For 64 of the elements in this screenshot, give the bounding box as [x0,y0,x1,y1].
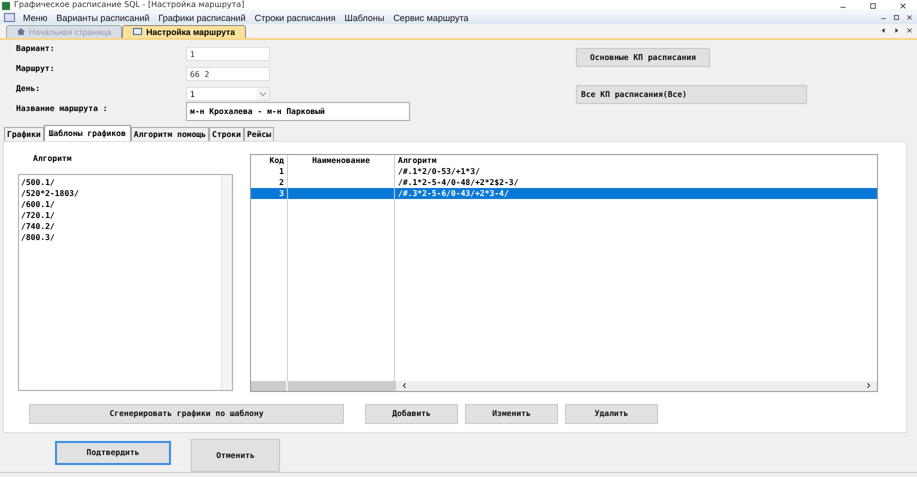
schedule-points-button[interactable]: Основные КП расписания [576,48,710,67]
list-title: Алгоритм [32,154,73,165]
table-cell: 2 [279,178,284,187]
scrollbar-thumb[interactable] [251,380,286,391]
tab[interactable]: Графики [4,126,44,141]
maximize-icon[interactable] [893,14,900,22]
menu-item[interactable]: Варианты расписаний [56,12,150,23]
table-cell: 3 [279,188,284,198]
left-arrow-icon[interactable] [880,27,887,34]
action-button[interactable]: Добавить [365,404,458,424]
column-header[interactable]: Наименование [288,154,394,166]
field-label: Маршрут: [15,62,56,73]
schedule-points-button[interactable]: Все КП расписания(Все) [576,84,807,104]
confirm-button[interactable]: Подтвердить [55,440,171,465]
action-button[interactable]: Удалить [565,404,658,424]
input-field[interactable]: м-н Крохалева - м-н Парковый [186,102,410,121]
field-label: Вариант: [15,42,56,53]
algorithm-list[interactable]: /500.1/ /520*2-1803/ /600.1/ /720.1/ /740.2/ /800.3/ [18,174,233,391]
day-dropdown[interactable]: 1 [186,86,270,101]
chevron-down-icon [257,88,269,100]
input-field[interactable]: 66 2 [186,66,270,81]
column-header[interactable]: Алгоритм [394,154,877,166]
data-grid[interactable]: Код Наименование Алгоритм 1 /#.1*2/0-53/+1*3/ 2 /#.1*2-5-4/0-48/+2*2$2-3/ 3 /#.3*2-5-6/0-43/+2*3-4/ [250,154,878,392]
house-icon [17,28,25,36]
tab[interactable]: Строки [209,126,244,141]
list-item[interactable]: /800.3/ [21,232,219,243]
scrollbar-thumb[interactable] [288,380,396,391]
cancel-button[interactable]: Отменить [191,438,280,472]
maximize-icon[interactable] [869,2,877,10]
document-tab[interactable]: Настройка маршрута [122,24,246,38]
input-field[interactable]: 1 [186,46,270,61]
close-icon[interactable] [899,2,907,10]
window-title: Графическое расписание SQL - [Настройка маршрута] [14,0,244,10]
list-item[interactable]: /520*2-1803/ [21,188,219,199]
action-button[interactable]: Сгенерировать графики по шаблону [29,404,344,424]
table-cell: /#.1*2-5-4/0-48/+2*2$2-3/ [398,178,518,187]
window-icon [133,28,142,36]
close-icon[interactable] [906,27,913,34]
list-item[interactable]: /720.1/ [21,210,219,221]
horizontal-scrollbar[interactable] [251,380,877,391]
list-item[interactable]: /500.1/ [21,176,219,188]
tab[interactable]: Алгоритм помощь [130,126,210,141]
menu-item[interactable]: Графики расписаний [158,12,246,23]
vertical-scrollbar[interactable] [221,174,232,390]
action-button[interactable]: Изменить [465,404,558,424]
close-icon[interactable] [906,14,913,22]
table-cell: /#.1*2/0-53/+1*3/ [398,166,480,176]
list-item[interactable]: /600.1/ [21,198,219,210]
field-label: День: [15,82,42,93]
field-label: Название маршрута : [15,102,109,113]
list-item[interactable]: /740.2/ [21,220,219,232]
menu-item[interactable]: Строки расписания [254,12,336,23]
tab[interactable]: Шаблоны графиков [44,124,131,141]
table-cell: /#.3*2-5-6/0-43/+2*3-4/ [398,188,509,198]
table-row[interactable]: 1 /#.1*2/0-53/+1*3/ [251,166,877,177]
window-icon [4,13,15,22]
menu-item[interactable]: Меню [23,12,48,23]
table-cell: 1 [279,166,284,176]
tab[interactable]: Рейсы [244,126,274,141]
menu-item[interactable]: Сервис маршрута [393,12,468,23]
app-icon [2,2,10,10]
column-header[interactable]: Код [251,154,288,166]
right-arrow-icon[interactable] [893,27,900,34]
menu-item[interactable]: Шаблоны [344,12,384,23]
